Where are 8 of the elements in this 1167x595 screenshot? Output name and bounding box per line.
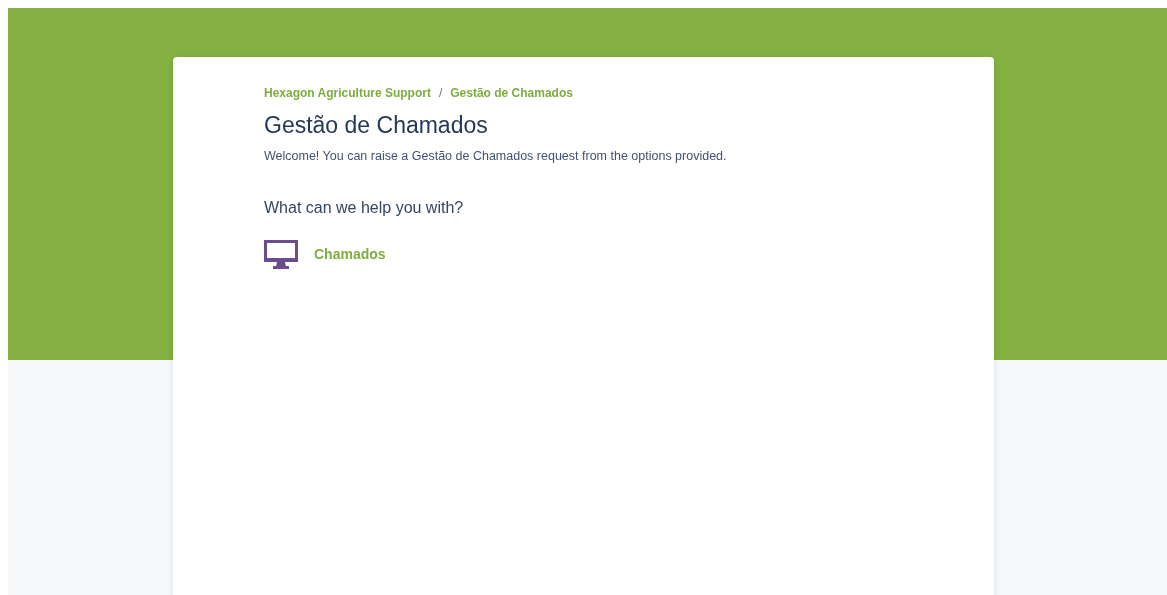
page-description: Welcome! You can raise a Gestão de Chamados request from the options provided.: [264, 147, 728, 165]
monitor-icon: [264, 239, 298, 270]
breadcrumb-link[interactable]: Gestão de Chamados: [450, 84, 573, 102]
page-title: Gestão de Chamados: [264, 111, 489, 140]
section-heading: What can we help you with?: [264, 197, 465, 218]
option-link[interactable]: Chamados: [314, 244, 386, 265]
breadcrumb-link[interactable]: Hexagon Agriculture Support: [264, 84, 431, 102]
breadcrumb-separator: /: [438, 85, 443, 102]
